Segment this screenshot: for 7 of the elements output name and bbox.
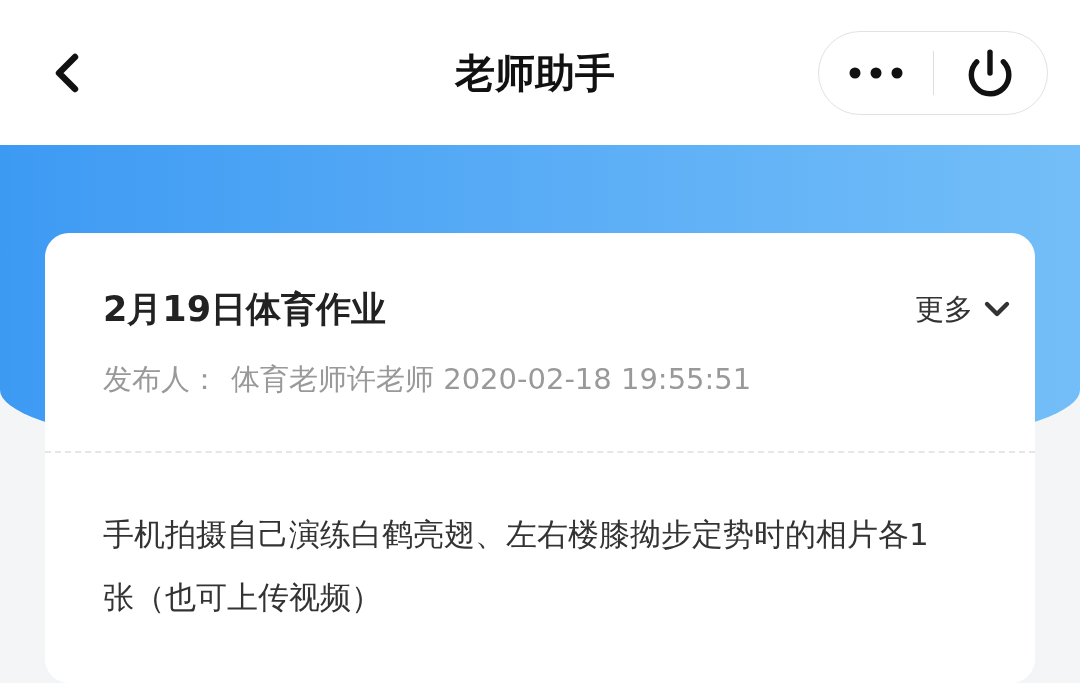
publisher-info: 体育老师许老师 2020-02-18 19:55:51 (231, 360, 752, 398)
assignment-title: 2月19日体育作业 (103, 288, 387, 331)
more-options-icon (848, 66, 903, 79)
assignment-description: 手机拍摄自己演练白鹤亮翅、左右楼膝拗步定势时的相片各1张（也可上传视频） (102, 515, 930, 617)
more-button[interactable]: 更多 (915, 287, 1017, 331)
page-title: 老师助手 (455, 48, 615, 98)
publisher-label: 发布人： (103, 360, 219, 398)
